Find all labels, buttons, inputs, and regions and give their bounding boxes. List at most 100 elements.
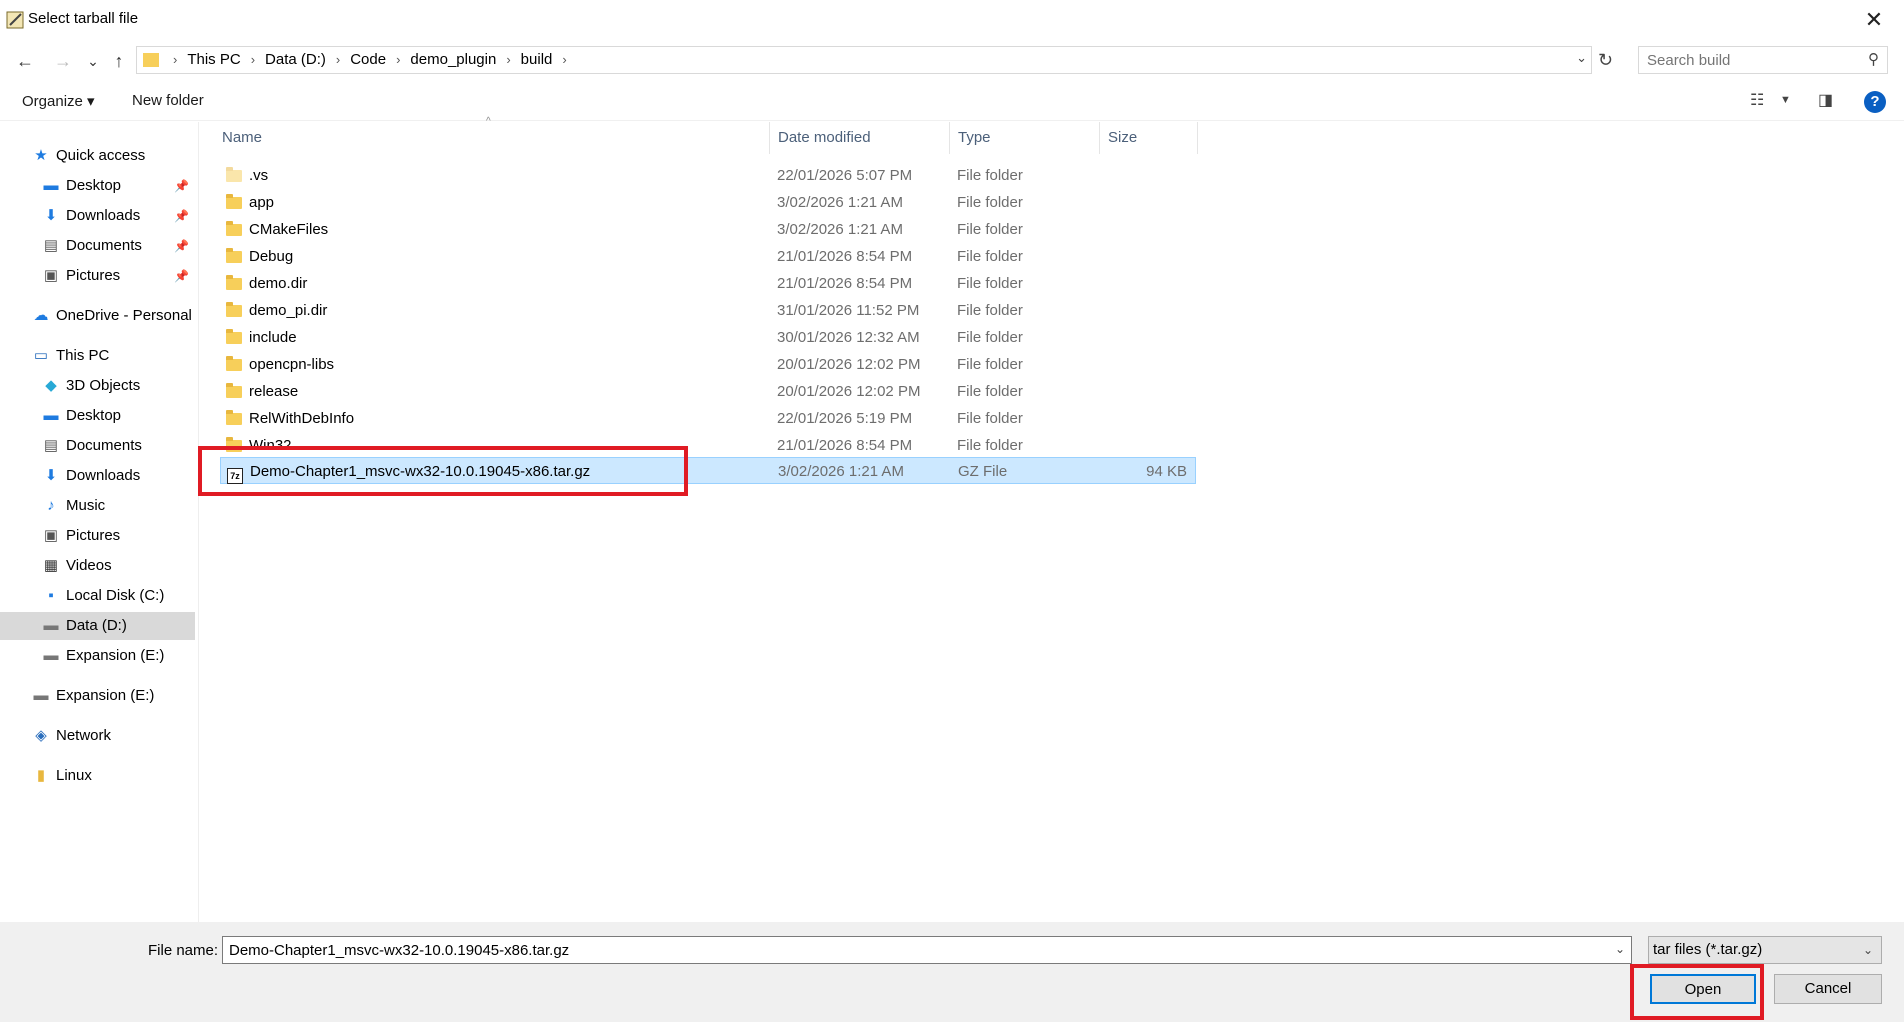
folder-icon [226,248,242,263]
address-bar[interactable]: › This PC › Data (D:) › Code › demo_plug… [136,46,1592,74]
star-icon: ★ [34,147,48,164]
file-name-input[interactable] [227,941,1601,960]
folder-icon [226,221,242,236]
file-row-relwithdebinfo[interactable]: RelWithDebInfo 22/01/2026 5:19 PM File f… [220,405,1196,432]
folder-icon [226,437,242,452]
navigation-bar: ← → ⌄ ↑ › This PC › Data (D:) › Code › d… [0,44,1904,78]
view-dropdown-chevron-icon[interactable]: ▼ [1780,94,1791,106]
cube-icon: ◆ [45,377,57,394]
file-type: File folder [957,302,1023,319]
preview-pane-icon[interactable]: ◨ [1818,90,1833,110]
file-name: release [249,383,299,400]
folder-icon [226,329,242,344]
breadcrumb-item[interactable]: Code [350,51,386,68]
file-name-label: File name: [148,942,219,959]
file-row-app[interactable]: app 3/02/2026 1:21 AM File folder [220,189,1196,216]
file-date: 22/01/2026 5:19 PM [777,410,913,427]
file-row-demo-pi-dir[interactable]: demo_pi.dir 31/01/2026 11:52 PM File fol… [220,297,1196,324]
cancel-button[interactable]: Cancel [1774,974,1882,1004]
close-icon[interactable]: ✕ [1858,4,1890,36]
folder-icon: ▮ [36,767,46,784]
sidebar-item-3d-objects[interactable]: ◆ 3D Objects [0,372,195,400]
file-row-selected-tarball[interactable]: 7z Demo-Chapter1_msvc-wx32-10.0.19045-x8… [220,457,1196,484]
sidebar-item-downloads[interactable]: ⬇ Downloads 📌 [0,202,195,230]
sidebar-item-videos[interactable]: ▦ Videos [0,552,195,580]
sidebar-item-desktop-pc[interactable]: ▬ Desktop [0,402,195,430]
sidebar-item-linux[interactable]: ▮ Linux [0,762,195,790]
breadcrumb-item[interactable]: demo_plugin [410,51,496,68]
open-button[interactable]: Open [1650,974,1756,1004]
column-header-date-modified[interactable]: Date modified [770,122,950,154]
sidebar-item-expansion-e[interactable]: ▬ Expansion (E:) [0,642,195,670]
file-type: File folder [957,356,1023,373]
refresh-icon[interactable]: ↻ [1598,50,1613,71]
breadcrumb-separator-icon[interactable]: › [506,52,510,67]
app-icon [6,11,24,29]
folder-icon [226,356,242,371]
file-date: 22/01/2026 5:07 PM [777,167,913,184]
chevron-down-icon[interactable]: ⌄ [1863,937,1873,963]
file-row-vs[interactable]: .vs 22/01/2026 5:07 PM File folder [220,162,1196,189]
sidebar-item-downloads-pc[interactable]: ⬇ Downloads [0,462,195,490]
help-icon[interactable]: ? [1864,91,1886,113]
pin-icon: 📌 [174,239,189,253]
breadcrumb-separator-icon[interactable]: › [396,52,400,67]
sidebar-item-documents[interactable]: ▤ Documents 📌 [0,232,195,260]
organize-button[interactable]: Organize ▾ [22,92,95,110]
recent-locations-chevron-icon[interactable]: ⌄ [80,48,106,74]
file-row-release[interactable]: release 20/01/2026 12:02 PM File folder [220,378,1196,405]
sidebar-item-label: Data (D:) [66,617,127,634]
file-type: File folder [957,167,1023,184]
breadcrumb-separator-icon[interactable]: › [251,52,255,67]
breadcrumb: › This PC › Data (D:) › Code › demo_plug… [143,51,577,68]
desktop-icon: ▬ [43,177,59,194]
sidebar-item-documents-pc[interactable]: ▤ Documents [0,432,195,460]
search-icon[interactable]: ⚲ [1868,50,1879,68]
search-box[interactable]: ⚲ [1638,46,1888,74]
file-row-cmakefiles[interactable]: CMakeFiles 3/02/2026 1:21 AM File folder [220,216,1196,243]
sidebar-item-local-disk-c[interactable]: ▪ Local Disk (C:) [0,582,195,610]
forward-arrow-icon[interactable]: → [50,48,76,74]
file-row-demo-dir[interactable]: demo.dir 21/01/2026 8:54 PM File folder [220,270,1196,297]
sidebar-item-desktop[interactable]: ▬ Desktop 📌 [0,172,195,200]
search-input[interactable] [1645,51,1849,70]
new-folder-button[interactable]: New folder [132,92,204,109]
breadcrumb-item[interactable]: build [521,51,553,68]
file-row-debug[interactable]: Debug 21/01/2026 8:54 PM File folder [220,243,1196,270]
column-header-size[interactable]: Size [1100,122,1198,154]
file-name: opencpn-libs [249,356,335,373]
file-row-include[interactable]: include 30/01/2026 12:32 AM File folder [220,324,1196,351]
sidebar-item-onedrive[interactable]: ☁ OneDrive - Personal [0,302,195,330]
sidebar-item-this-pc[interactable]: ▭ This PC [0,342,195,370]
download-arrow-icon: ⬇ [44,207,58,224]
breadcrumb-item[interactable]: Data (D:) [265,51,326,68]
sidebar-item-pictures-pc[interactable]: ▣ Pictures [0,522,195,550]
music-note-icon: ♪ [47,497,55,514]
file-row-opencpn-libs[interactable]: opencpn-libs 20/01/2026 12:02 PM File fo… [220,351,1196,378]
folder-icon [226,167,242,182]
sidebar-item-label: Expansion (E:) [56,687,155,704]
up-arrow-icon[interactable]: ↑ [106,48,132,74]
folder-icon [226,410,242,425]
file-type-filter-select[interactable]: tar files (*.tar.gz) ⌄ [1648,936,1882,964]
breadcrumb-separator-icon[interactable]: › [336,52,340,67]
sidebar-item-data-d[interactable]: ▬ Data (D:) [0,612,195,640]
column-header-type[interactable]: Type [950,122,1100,154]
chevron-down-icon[interactable]: ⌄ [1615,942,1625,956]
address-dropdown-chevron-icon[interactable]: ⌄ [1576,50,1587,66]
sidebar-item-quick-access[interactable]: ★ Quick access [0,142,195,170]
sidebar-item-pictures[interactable]: ▣ Pictures 📌 [0,262,195,290]
back-arrow-icon[interactable]: ← [12,48,38,74]
file-row-win32[interactable]: Win32 21/01/2026 8:54 PM File folder [220,432,1196,459]
pin-icon: 📌 [174,209,189,223]
column-header-name[interactable]: Name [200,122,770,154]
sidebar-item-music[interactable]: ♪ Music [0,492,195,520]
breadcrumb-item[interactable]: This PC [187,51,240,68]
file-name-combobox[interactable]: ⌄ [222,936,1632,964]
view-options-icon[interactable]: ☷ [1750,90,1764,110]
sidebar-item-label: Videos [66,557,112,574]
sidebar-item-expansion-e-root[interactable]: ▬ Expansion (E:) [0,682,195,710]
file-date: 21/01/2026 8:54 PM [777,275,913,292]
sidebar-item-network[interactable]: ◈ Network [0,722,195,750]
breadcrumb-separator-icon[interactable]: › [562,52,566,67]
